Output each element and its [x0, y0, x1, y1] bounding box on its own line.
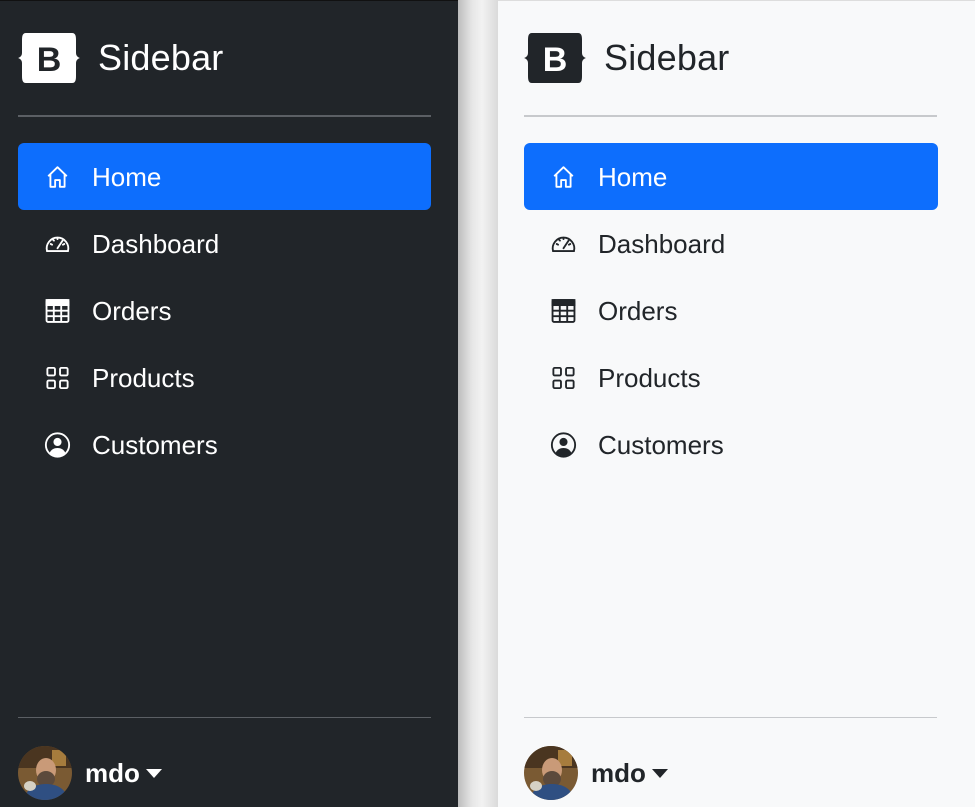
user-dropdown-toggle[interactable]: mdo	[524, 746, 668, 800]
nav-label-dashboard: Dashboard	[598, 228, 726, 259]
speedometer-icon	[45, 236, 70, 252]
caret-down-icon	[651, 768, 668, 778]
nav-item-orders[interactable]: Orders	[18, 277, 431, 344]
brand-link[interactable]: B Sidebar	[18, 29, 223, 87]
user-dropdown-toggle[interactable]: mdo	[18, 746, 162, 800]
table-icon	[45, 298, 70, 323]
nav-item-products[interactable]: Products	[18, 344, 431, 411]
user-name: mdo	[85, 758, 140, 788]
nav-item-home[interactable]: Home	[524, 143, 938, 210]
nav-label-customers: Customers	[598, 429, 724, 460]
caret-down-icon	[145, 768, 162, 778]
nav-label-dashboard: Dashboard	[92, 228, 220, 259]
bootstrap-logo-icon: B	[524, 33, 586, 83]
brand-title: Sidebar	[604, 37, 730, 78]
nav-item-customers[interactable]: Customers	[18, 411, 431, 478]
nav-label-home: Home	[92, 161, 162, 192]
table-icon	[551, 298, 576, 323]
nav-item-dashboard[interactable]: Dashboard	[18, 210, 431, 277]
grid-icon	[46, 366, 69, 389]
gutter	[458, 0, 498, 807]
nav-label-products: Products	[92, 362, 195, 393]
nav-item-orders[interactable]: Orders	[524, 277, 938, 344]
avatar	[524, 746, 578, 800]
svg-text:B: B	[543, 41, 568, 79]
divider	[524, 717, 937, 718]
person-circle-icon	[44, 431, 71, 458]
avatar	[18, 746, 72, 800]
brand-title: Sidebar	[98, 37, 224, 78]
divider	[524, 115, 937, 117]
nav-item-dashboard[interactable]: Dashboard	[524, 210, 938, 277]
nav-label-products: Products	[598, 362, 701, 393]
nav-item-products[interactable]: Products	[524, 344, 938, 411]
speedometer-icon	[551, 236, 576, 252]
nav-label-home: Home	[598, 161, 668, 192]
svg-text:B: B	[37, 41, 62, 79]
nav-item-home[interactable]: Home	[18, 143, 431, 210]
person-circle-icon	[550, 431, 577, 458]
divider	[18, 115, 431, 117]
sidebar-light: B Sidebar Home Dashboard Orders Products…	[498, 0, 975, 807]
nav-label-customers: Customers	[92, 429, 218, 460]
brand-link[interactable]: B Sidebar	[524, 29, 729, 87]
grid-icon	[552, 366, 575, 389]
house-icon	[553, 165, 574, 188]
sidebar-nav: Home Dashboard Orders Products Customers	[18, 143, 431, 478]
user-name: mdo	[591, 758, 646, 788]
house-icon	[47, 165, 68, 188]
bootstrap-logo-icon: B	[18, 33, 80, 83]
nav-item-customers[interactable]: Customers	[524, 411, 938, 478]
sidebar-dark: B Sidebar Home Dashboard Orders Products…	[0, 0, 458, 807]
nav-label-orders: Orders	[598, 295, 678, 326]
divider	[18, 717, 431, 718]
sidebar-nav: Home Dashboard Orders Products Customers	[524, 143, 938, 478]
nav-label-orders: Orders	[92, 295, 172, 326]
